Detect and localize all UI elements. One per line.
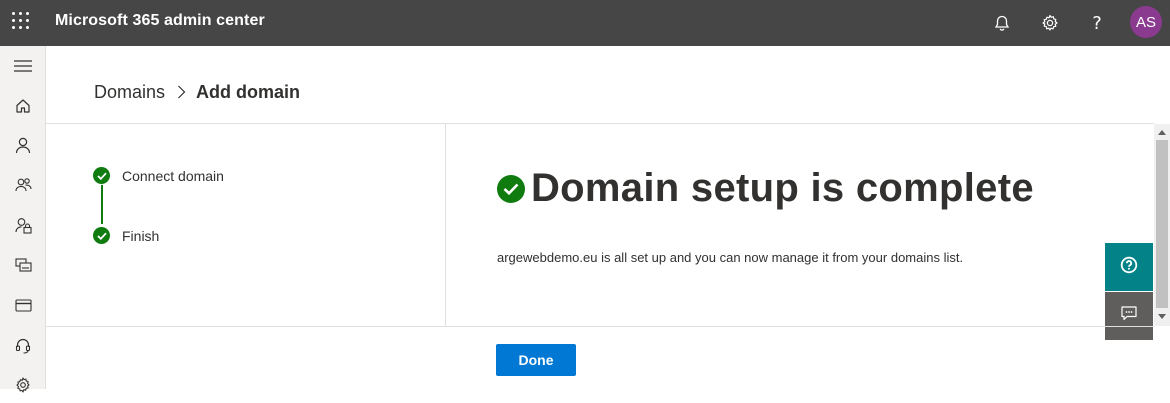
breadcrumb-link-domains[interactable]: Domains (94, 82, 165, 103)
hamburger-menu-icon[interactable] (0, 48, 46, 84)
gear-icon[interactable] (1037, 10, 1063, 36)
scrollbar-thumb[interactable] (1156, 140, 1168, 308)
done-button[interactable]: Done (496, 344, 576, 376)
page-title: Domain setup is complete (497, 166, 1034, 211)
wizard-step-finish: Finish (93, 227, 159, 244)
help-circle-icon (1120, 256, 1138, 279)
chat-feedback-icon (1121, 306, 1137, 326)
page-title-text: Domain setup is complete (531, 166, 1034, 210)
group-icon[interactable] (0, 167, 46, 203)
user-lock-icon[interactable] (0, 207, 46, 243)
footer-divider (46, 326, 1154, 327)
avatar[interactable]: AS (1130, 6, 1162, 38)
breadcrumb: Domains Add domain (94, 80, 300, 104)
help-icon[interactable]: ? (1084, 10, 1110, 36)
wizard-step-connect-domain: Connect domain (93, 167, 224, 184)
divider (46, 123, 1154, 124)
scroll-up-arrow-icon[interactable] (1154, 126, 1170, 138)
step-label: Finish (122, 227, 160, 244)
settings-icon[interactable] (0, 367, 46, 403)
user-icon[interactable] (0, 127, 46, 163)
bell-icon[interactable] (989, 10, 1015, 36)
step-connector (101, 185, 103, 224)
devices-icon[interactable] (0, 247, 46, 283)
checkmark-circle-icon (93, 227, 110, 244)
floating-feedback-button[interactable] (1105, 292, 1153, 340)
billing-icon[interactable] (0, 287, 46, 323)
left-nav-rail (0, 46, 46, 393)
checkmark-circle-icon (93, 167, 110, 184)
floating-help-button[interactable] (1105, 243, 1153, 291)
top-bar: Microsoft 365 admin center ? AS (0, 0, 1170, 46)
scroll-down-arrow-icon[interactable] (1154, 310, 1170, 322)
waffle-icon[interactable] (12, 12, 30, 30)
step-label: Connect domain (122, 167, 224, 184)
support-headset-icon[interactable] (0, 327, 46, 363)
chevron-right-icon (177, 85, 186, 99)
vertical-scrollbar[interactable] (1154, 124, 1170, 326)
divider (445, 124, 446, 326)
home-icon[interactable] (0, 88, 46, 124)
breadcrumb-current: Add domain (196, 81, 301, 102)
success-check-icon (497, 174, 525, 203)
app-title[interactable]: Microsoft 365 admin center (55, 12, 265, 30)
completion-description: argewebdemo.eu is all set up and you can… (497, 250, 964, 265)
